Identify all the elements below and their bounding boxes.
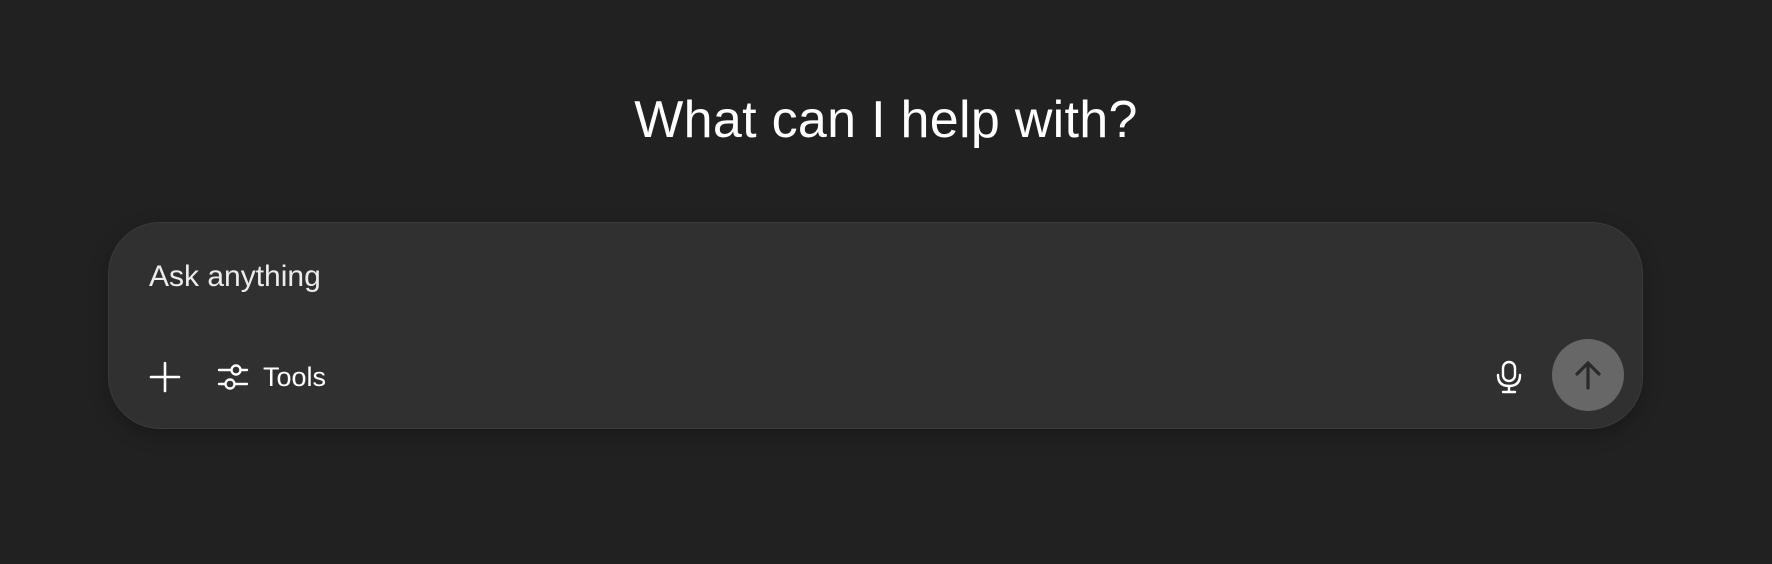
sliders-icon <box>217 361 249 393</box>
page: What can I help with? Ask anything Tools <box>0 0 1772 564</box>
microphone-icon <box>1494 360 1524 394</box>
arrow-up-icon <box>1573 359 1603 391</box>
prompt-composer: Tools <box>108 222 1643 429</box>
send-button[interactable] <box>1552 339 1624 411</box>
tools-label: Tools <box>263 361 327 392</box>
prompt-input[interactable] <box>149 255 1449 299</box>
add-attachment-button[interactable] <box>145 357 185 397</box>
plus-icon <box>149 361 181 393</box>
page-title: What can I help with? <box>634 91 1138 149</box>
voice-input-button[interactable] <box>1487 355 1531 399</box>
tools-button[interactable]: Tools <box>217 355 347 399</box>
